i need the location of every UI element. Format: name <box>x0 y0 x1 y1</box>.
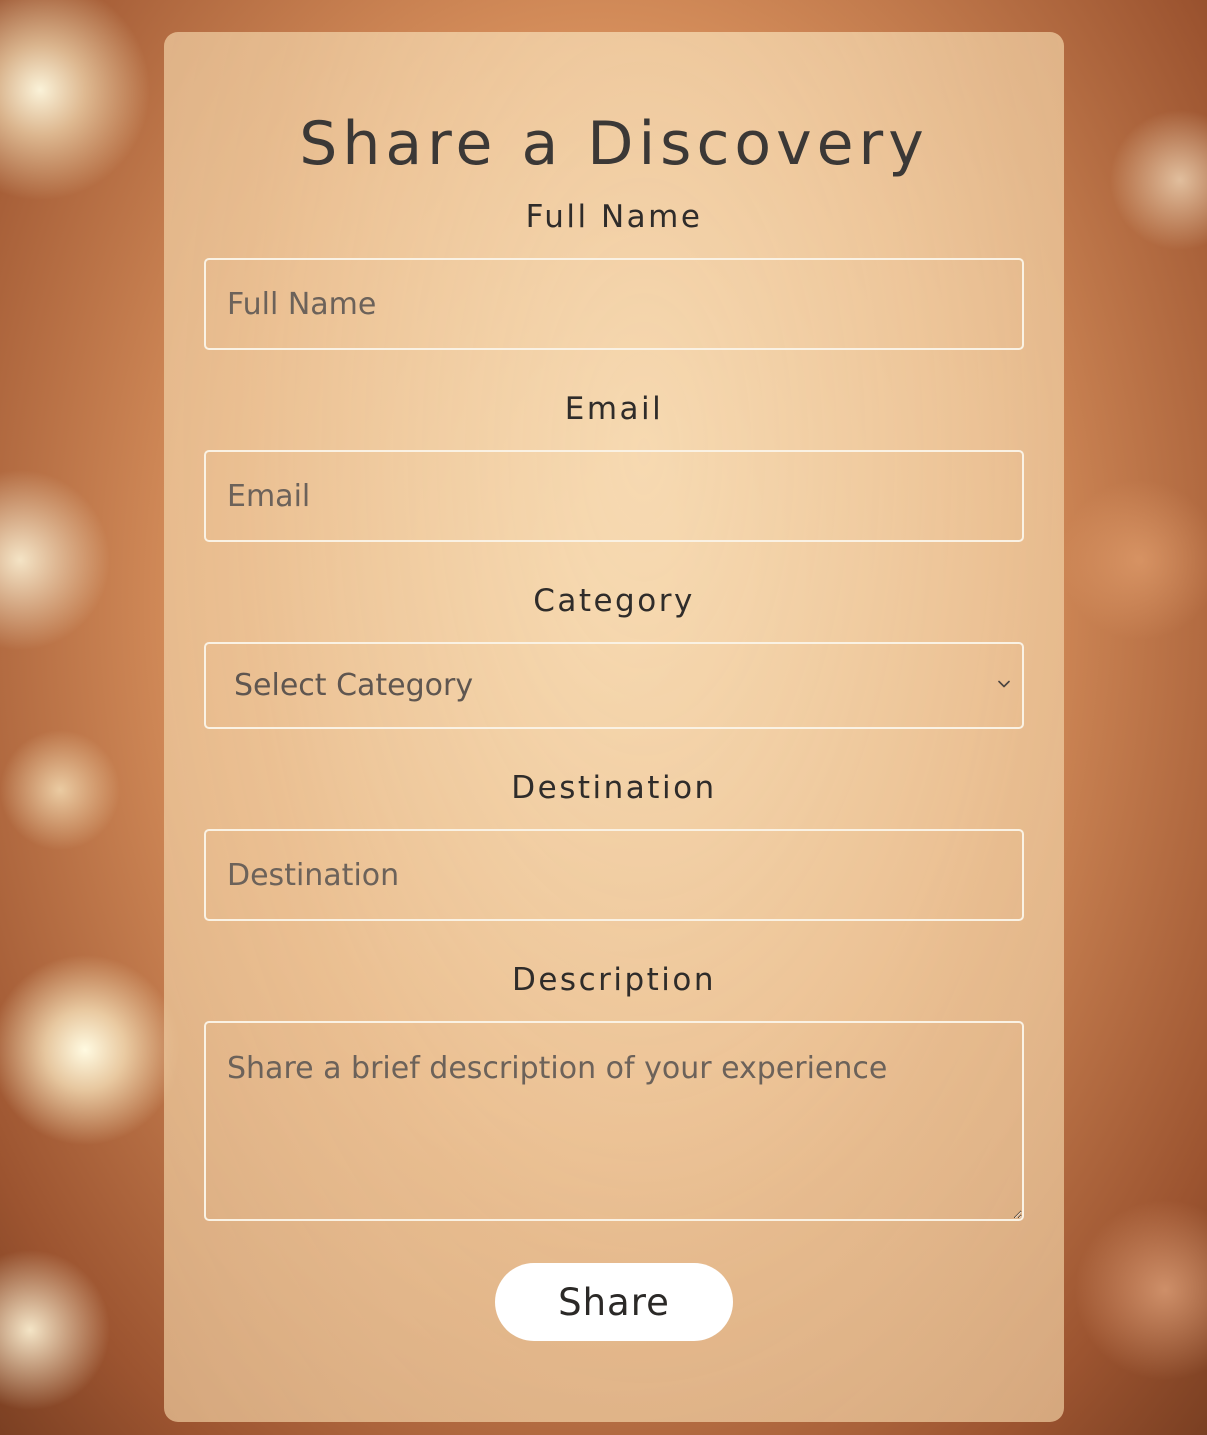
share-button[interactable]: Share <box>495 1263 733 1341</box>
full-name-label: Full Name <box>525 199 703 235</box>
full-name-input[interactable] <box>204 258 1024 350</box>
page-title: Share a Discovery <box>299 109 929 179</box>
category-select[interactable]: Select Category <box>204 642 1024 729</box>
destination-label: Destination <box>511 770 717 806</box>
email-input[interactable] <box>204 450 1024 542</box>
chevron-down-icon <box>998 680 1010 688</box>
description-textarea[interactable] <box>204 1021 1024 1221</box>
email-label: Email <box>564 391 664 427</box>
category-selected-value: Select Category <box>234 668 474 703</box>
description-label: Description <box>511 962 717 998</box>
category-label: Category <box>533 583 695 619</box>
share-discovery-form: Share a Discovery Full Name Email Catego… <box>164 32 1064 1422</box>
destination-input[interactable] <box>204 829 1024 921</box>
